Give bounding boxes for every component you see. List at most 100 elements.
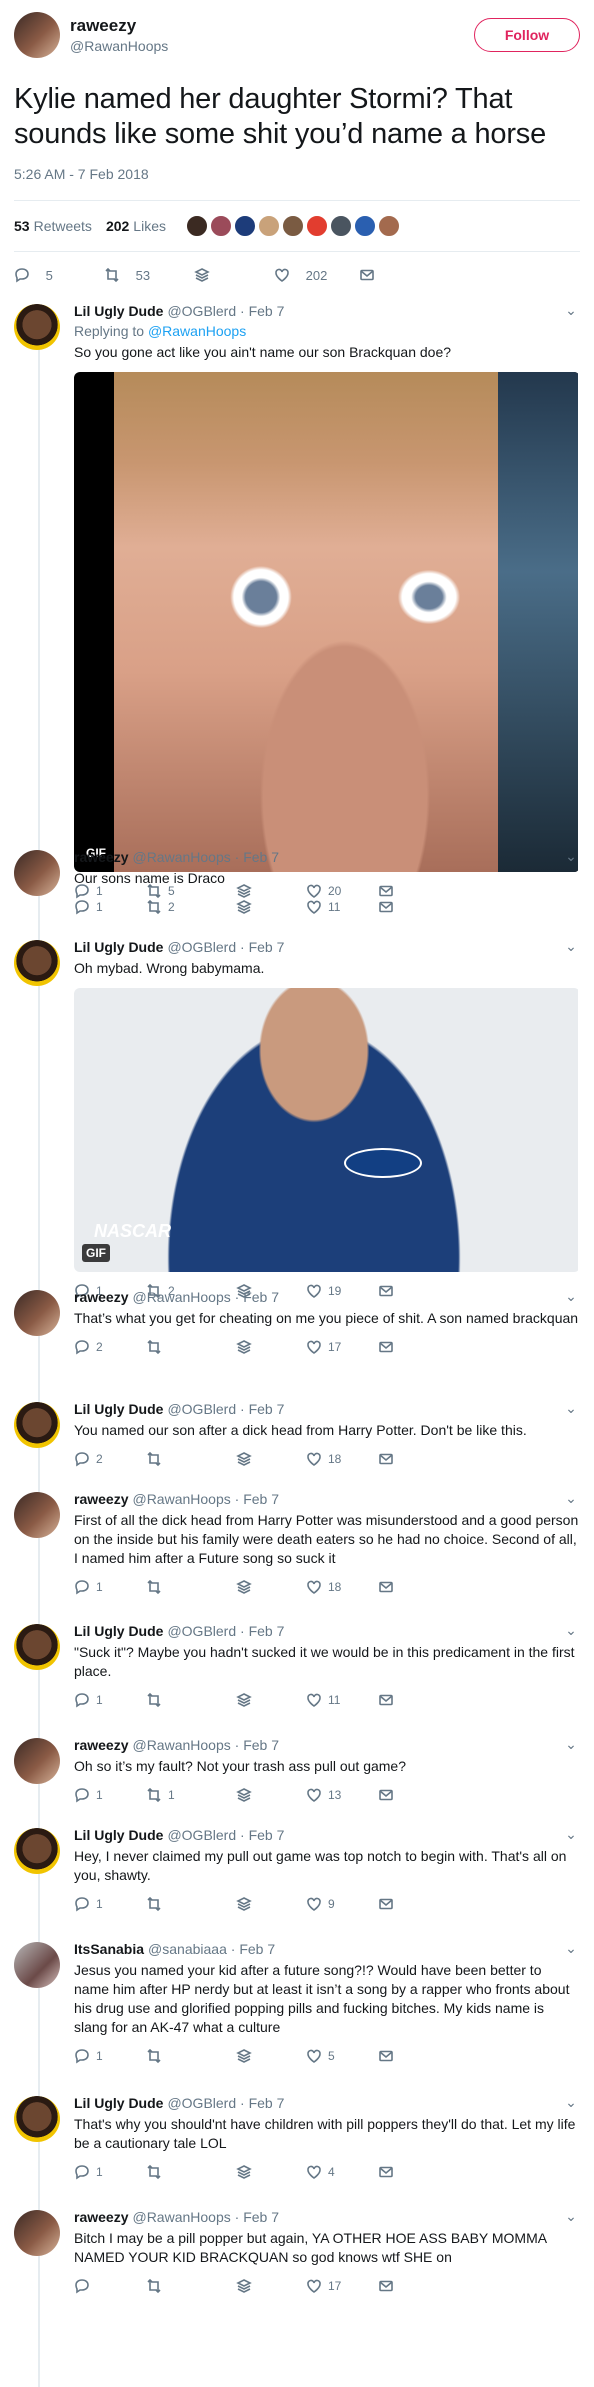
chevron-down-icon[interactable]: ⌄ bbox=[562, 1288, 580, 1305]
reply-date[interactable]: Feb 7 bbox=[249, 1623, 285, 1639]
dm-button[interactable] bbox=[236, 1451, 306, 1467]
message-button[interactable] bbox=[378, 1579, 398, 1595]
reply-button[interactable]: 1 bbox=[74, 1692, 146, 1708]
reply-author-name[interactable]: ItsSanabia bbox=[74, 1941, 144, 1957]
reply-date[interactable]: Feb 7 bbox=[249, 2095, 285, 2111]
reply-author-name[interactable]: raweezy bbox=[74, 1289, 128, 1305]
reply-date[interactable]: Feb 7 bbox=[243, 849, 279, 865]
reply-author-handle[interactable]: @OGBlerd bbox=[167, 939, 236, 955]
chevron-down-icon[interactable]: ⌄ bbox=[562, 1622, 580, 1639]
dm-button[interactable] bbox=[236, 1579, 306, 1595]
reply-author-name[interactable]: Lil Ugly Dude bbox=[74, 2095, 163, 2111]
retweet-button[interactable] bbox=[146, 2048, 236, 2064]
reply-avatar[interactable] bbox=[14, 1738, 60, 1784]
reply-tweet[interactable]: Lil Ugly Dude @OGBlerd · Feb 7 ⌄ That's why… bbox=[0, 2090, 594, 2204]
dm-button[interactable] bbox=[236, 2164, 306, 2180]
follow-button[interactable]: Follow bbox=[474, 18, 580, 52]
tweet-timestamp[interactable]: 5:26 AM - 7 Feb 2018 bbox=[14, 166, 580, 182]
reply-author-handle[interactable]: @OGBlerd bbox=[167, 1827, 236, 1843]
reply-button[interactable]: 5 bbox=[14, 267, 104, 283]
reply-author-name[interactable]: Lil Ugly Dude bbox=[74, 939, 163, 955]
reply-button[interactable]: 1 bbox=[74, 1579, 146, 1595]
retweet-button[interactable] bbox=[146, 1896, 236, 1912]
reply-tweet[interactable]: Lil Ugly Dude @OGBlerd · Feb 7 ⌄ Replying t… bbox=[0, 298, 594, 899]
reply-tweet[interactable]: Lil Ugly Dude @OGBlerd · Feb 7 ⌄ Hey, I nev… bbox=[0, 1822, 594, 1936]
liker-avatar[interactable] bbox=[329, 215, 352, 237]
message-button[interactable] bbox=[378, 899, 398, 915]
retweet-button[interactable] bbox=[146, 1451, 236, 1467]
liker-avatar[interactable] bbox=[377, 215, 400, 237]
gif-media[interactable]: NASCAR GIF bbox=[74, 988, 580, 1272]
reply-date[interactable]: Feb 7 bbox=[249, 303, 285, 319]
reply-avatar[interactable] bbox=[14, 850, 60, 896]
reply-author-name[interactable]: raweezy bbox=[74, 849, 128, 865]
dm-button[interactable] bbox=[194, 267, 274, 283]
retweet-button[interactable] bbox=[146, 1579, 236, 1595]
retweets-label[interactable]: Retweets bbox=[34, 218, 92, 234]
like-button[interactable]: 13 bbox=[306, 1787, 378, 1803]
reply-author-handle[interactable]: @sanabiaaa bbox=[148, 1941, 227, 1957]
retweet-button[interactable] bbox=[146, 2278, 236, 2294]
reply-button[interactable]: 1 bbox=[74, 1787, 146, 1803]
chevron-down-icon[interactable]: ⌄ bbox=[562, 1940, 580, 1957]
reply-tweet[interactable]: raweezy @RawanHoops · Feb 7 ⌄ Oh so it’s my… bbox=[0, 1732, 594, 1822]
likes-count[interactable]: 202 bbox=[106, 218, 129, 234]
message-button[interactable] bbox=[378, 1787, 398, 1803]
reply-author-name[interactable]: raweezy bbox=[74, 1491, 128, 1507]
like-button[interactable]: 4 bbox=[306, 2164, 378, 2180]
like-button[interactable]: 5 bbox=[306, 2048, 378, 2064]
liker-avatar[interactable] bbox=[353, 215, 376, 237]
chevron-down-icon[interactable]: ⌄ bbox=[562, 1490, 580, 1507]
liker-avatar[interactable] bbox=[209, 215, 232, 237]
reply-button[interactable]: 1 bbox=[74, 1896, 146, 1912]
reply-avatar[interactable] bbox=[14, 1828, 60, 1874]
chevron-down-icon[interactable]: ⌄ bbox=[562, 938, 580, 955]
gif-media[interactable]: GIF bbox=[74, 372, 580, 872]
reply-author-name[interactable]: Lil Ugly Dude bbox=[74, 1401, 163, 1417]
reply-date[interactable]: Feb 7 bbox=[249, 1401, 285, 1417]
reply-button[interactable] bbox=[74, 2278, 146, 2294]
reply-tweet[interactable]: Lil Ugly Dude @OGBlerd · Feb 7 ⌄ You named … bbox=[0, 1396, 594, 1486]
like-button[interactable]: 17 bbox=[306, 2278, 378, 2294]
like-button[interactable]: 9 bbox=[306, 1896, 378, 1912]
like-button[interactable]: 202 bbox=[274, 267, 359, 283]
reply-avatar[interactable] bbox=[14, 1402, 60, 1448]
reply-date[interactable]: Feb 7 bbox=[243, 1737, 279, 1753]
reply-author-handle[interactable]: @OGBlerd bbox=[167, 1623, 236, 1639]
reply-author-name[interactable]: Lil Ugly Dude bbox=[74, 303, 163, 319]
message-button[interactable] bbox=[359, 267, 449, 283]
reply-author-handle[interactable]: @RawanHoops bbox=[132, 2209, 230, 2225]
like-button[interactable]: 18 bbox=[306, 1579, 378, 1595]
reply-avatar[interactable] bbox=[14, 940, 60, 986]
dm-button[interactable] bbox=[236, 2048, 306, 2064]
reply-author-name[interactable]: Lil Ugly Dude bbox=[74, 1827, 163, 1843]
reply-date[interactable]: Feb 7 bbox=[243, 2209, 279, 2225]
chevron-down-icon[interactable]: ⌄ bbox=[562, 2094, 580, 2111]
dm-button[interactable] bbox=[236, 1692, 306, 1708]
retweet-button[interactable]: 53 bbox=[104, 267, 194, 283]
author-name[interactable]: raweezy bbox=[70, 16, 474, 36]
reply-author-name[interactable]: raweezy bbox=[74, 1737, 128, 1753]
reply-avatar[interactable] bbox=[14, 304, 60, 350]
liker-avatar[interactable] bbox=[257, 215, 280, 237]
reply-tweet[interactable]: raweezy @RawanHoops · Feb 7 ⌄ Bitch I may b… bbox=[0, 2204, 594, 2294]
reply-author-handle[interactable]: @RawanHoops bbox=[132, 849, 230, 865]
message-button[interactable] bbox=[378, 1339, 398, 1355]
message-button[interactable] bbox=[378, 2164, 398, 2180]
retweet-button[interactable] bbox=[146, 2164, 236, 2180]
dm-button[interactable] bbox=[236, 1896, 306, 1912]
chevron-down-icon[interactable]: ⌄ bbox=[562, 848, 580, 865]
reply-author-handle[interactable]: @OGBlerd bbox=[167, 1401, 236, 1417]
reply-button[interactable]: 2 bbox=[74, 1339, 146, 1355]
like-button[interactable]: 11 bbox=[306, 1692, 378, 1708]
dm-button[interactable] bbox=[236, 2278, 306, 2294]
liker-avatar[interactable] bbox=[281, 215, 304, 237]
chevron-down-icon[interactable]: ⌄ bbox=[562, 1736, 580, 1753]
message-button[interactable] bbox=[378, 2048, 398, 2064]
reply-author-handle[interactable]: @RawanHoops bbox=[132, 1491, 230, 1507]
retweet-button[interactable]: 1 bbox=[146, 1787, 236, 1803]
message-button[interactable] bbox=[378, 1451, 398, 1467]
retweet-button[interactable]: 2 bbox=[146, 899, 236, 915]
reply-tweet[interactable]: raweezy @RawanHoops · Feb 7 ⌄ First of all … bbox=[0, 1486, 594, 1618]
retweet-button[interactable] bbox=[146, 1339, 236, 1355]
